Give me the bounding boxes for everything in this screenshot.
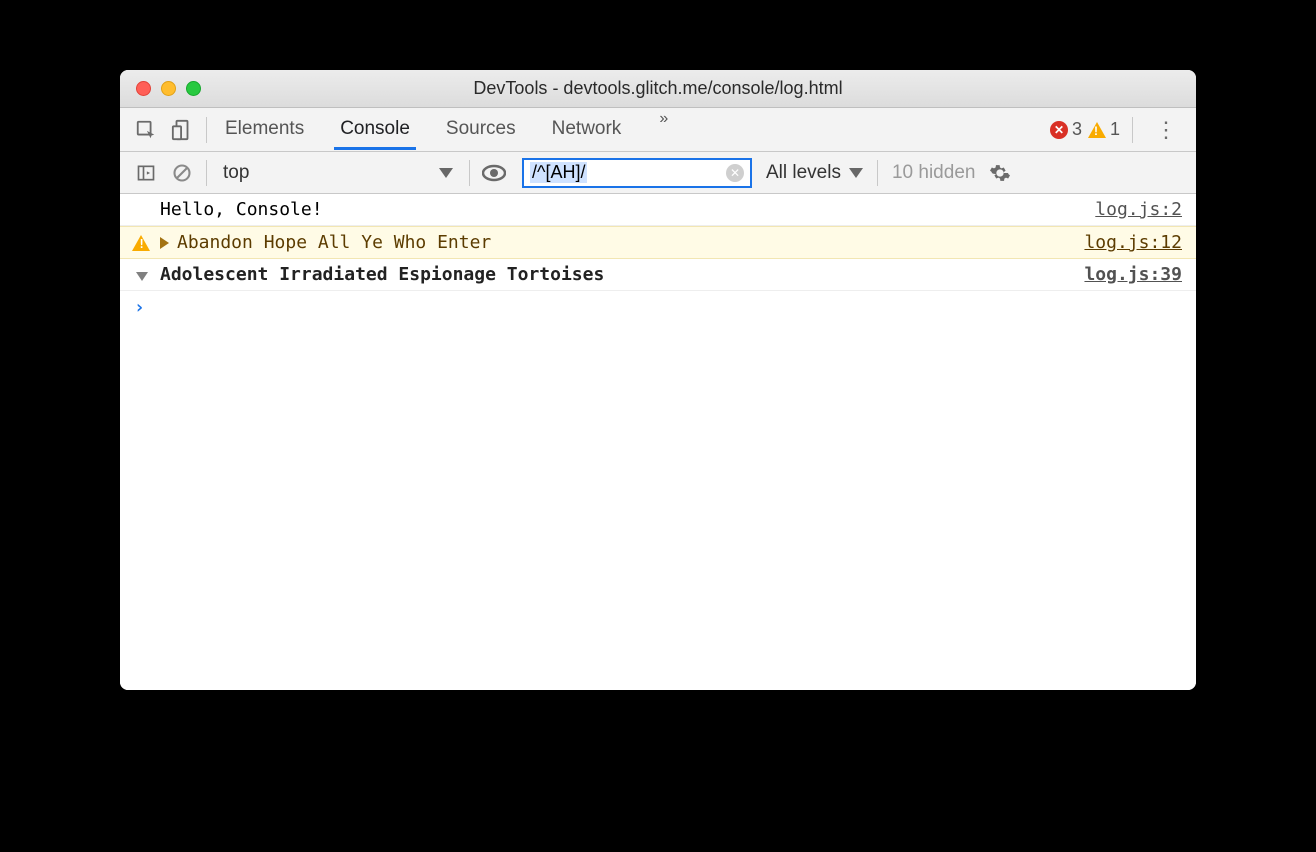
panel-tabs: Elements Console Sources Network » [221, 110, 674, 149]
message-text: Abandon Hope All Ye Who Enter [177, 232, 491, 253]
console-toolbar: top /^[AH]/ ✕ All levels 10 hidden [120, 152, 1196, 194]
live-expression-icon[interactable] [476, 156, 512, 190]
clear-filter-icon[interactable]: ✕ [726, 164, 744, 182]
console-prompt[interactable]: › [120, 291, 1196, 324]
chevron-down-icon [439, 168, 453, 178]
more-menu-icon[interactable]: ⋮ [1145, 117, 1188, 143]
divider [1132, 117, 1133, 143]
filter-value: /^[AH]/ [530, 162, 587, 183]
collapse-icon[interactable] [136, 272, 148, 281]
tab-elements[interactable]: Elements [221, 110, 308, 149]
window-title: DevTools - devtools.glitch.me/console/lo… [473, 78, 842, 99]
message-source-link[interactable]: log.js:12 [1084, 232, 1182, 253]
console-settings-icon[interactable] [989, 162, 1011, 184]
prompt-glyph: › [134, 297, 145, 318]
error-counter[interactable]: ✕ 3 [1050, 119, 1082, 140]
message-text: Hello, Console! [160, 199, 323, 220]
window-traffic-lights [136, 81, 201, 96]
divider [469, 160, 470, 186]
message-text: Adolescent Irradiated Espionage Tortoise… [160, 264, 604, 285]
context-label: top [223, 162, 249, 184]
filter-input[interactable]: /^[AH]/ ✕ [522, 158, 752, 188]
error-icon: ✕ [1050, 121, 1068, 139]
message-source-link[interactable]: log.js:2 [1095, 199, 1182, 220]
console-group-row[interactable]: Adolescent Irradiated Espionage Tortoise… [120, 259, 1196, 291]
console-warning-row[interactable]: Abandon Hope All Ye Who Enter log.js:12 [120, 226, 1196, 259]
clear-console-icon[interactable] [164, 156, 200, 190]
minimize-window-button[interactable] [161, 81, 176, 96]
close-window-button[interactable] [136, 81, 151, 96]
divider [206, 160, 207, 186]
message-source-link[interactable]: log.js:39 [1084, 264, 1182, 285]
devtools-window: DevTools - devtools.glitch.me/console/lo… [120, 70, 1196, 690]
inspect-element-icon[interactable] [128, 113, 164, 147]
console-messages: Hello, Console! log.js:2 Abandon Hope Al… [120, 194, 1196, 690]
warning-counter[interactable]: 1 [1088, 119, 1120, 140]
levels-label: All levels [766, 162, 841, 184]
chevron-down-icon [849, 168, 863, 178]
window-titlebar: DevTools - devtools.glitch.me/console/lo… [120, 70, 1196, 108]
warning-count: 1 [1110, 119, 1120, 140]
main-tabbar: Elements Console Sources Network » ✕ 3 1… [120, 108, 1196, 152]
tabs-overflow-button[interactable]: » [653, 110, 674, 149]
tab-network[interactable]: Network [548, 110, 626, 149]
divider [877, 160, 878, 186]
expand-icon[interactable] [160, 237, 169, 249]
divider [206, 117, 207, 143]
console-log-row[interactable]: Hello, Console! log.js:2 [120, 194, 1196, 226]
warning-icon [132, 235, 150, 251]
log-level-selector[interactable]: All levels [766, 162, 863, 184]
tab-sources[interactable]: Sources [442, 110, 520, 149]
maximize-window-button[interactable] [186, 81, 201, 96]
execution-context-selector[interactable]: top [213, 160, 463, 186]
device-toolbar-icon[interactable] [164, 113, 200, 147]
error-count: 3 [1072, 119, 1082, 140]
toggle-console-sidebar-icon[interactable] [128, 156, 164, 190]
hidden-messages-label[interactable]: 10 hidden [892, 162, 975, 184]
tab-console[interactable]: Console [336, 110, 414, 149]
tabbar-status: ✕ 3 1 ⋮ [1050, 117, 1188, 143]
warning-icon [1088, 122, 1106, 138]
